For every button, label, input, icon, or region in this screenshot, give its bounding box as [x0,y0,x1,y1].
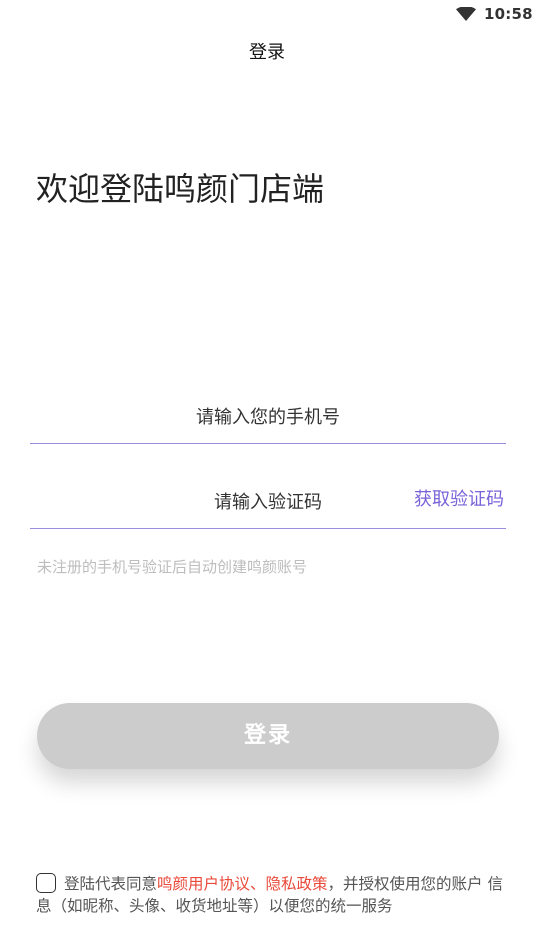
login-page: 10:58 登录 欢迎登陆鸣颜门店端 获取验证码 未注册的手机号验证后自动创建鸣… [0,0,534,949]
welcome-heading: 欢迎登陆鸣颜门店端 [36,170,325,208]
login-button[interactable]: 登录 [37,703,499,769]
status-time: 10:58 [484,5,533,23]
status-bar: 10:58 [0,0,534,28]
agreement-links[interactable]: 鸣颜用户协议、隐私政策 [157,875,328,893]
agreement-text: 登陆代表同意鸣颜用户协议、隐私政策，并授权使用您的账户 信息（如昵称、头像、收货… [36,873,506,917]
agreement-section: 登陆代表同意鸣颜用户协议、隐私政策，并授权使用您的账户 信息（如昵称、头像、收货… [36,873,506,917]
phone-input[interactable] [30,393,506,441]
register-hint: 未注册的手机号验证后自动创建鸣颜账号 [37,558,308,576]
wifi-icon [456,7,476,21]
get-code-button[interactable]: 获取验证码 [414,485,504,511]
phone-field-container [30,393,506,444]
agreement-prefix: 登陆代表同意 [64,875,158,893]
page-title: 登录 [249,42,285,63]
agreement-checkbox[interactable] [36,873,56,893]
code-field-container: 获取验证码 [30,478,506,529]
